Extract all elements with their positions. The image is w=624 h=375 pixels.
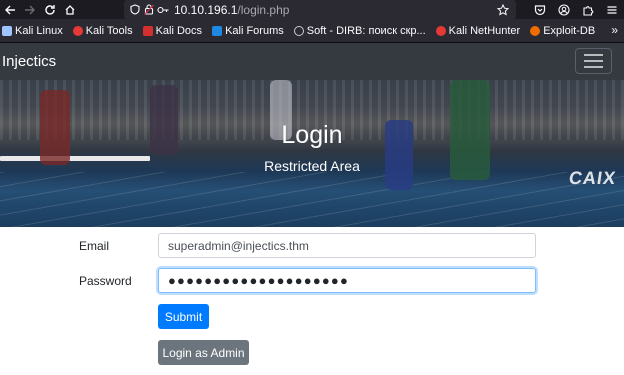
- hero-banner: CAIX Login Restricted Area: [0, 80, 624, 227]
- bookmark-kali-docs[interactable]: Kali Docs: [142, 25, 202, 37]
- password-field[interactable]: ●●●●●●●●●●●●●●●●●●●●: [158, 268, 536, 293]
- email-label: Email: [79, 239, 110, 253]
- login-as-admin-button[interactable]: Login as Admin: [158, 340, 249, 365]
- kali-docs-icon: [142, 25, 153, 36]
- site-brand[interactable]: Injectics: [2, 53, 56, 70]
- kali-tools-icon: [72, 25, 83, 36]
- page-subtitle: Restricted Area: [264, 158, 360, 174]
- bookmark-kali-linux[interactable]: Kali Linux: [2, 25, 63, 37]
- extensions-icon[interactable]: [576, 0, 600, 19]
- permissions-icon[interactable]: [156, 0, 170, 19]
- password-dots: ●●●●●●●●●●●●●●●●●●●●: [168, 273, 350, 288]
- reload-icon[interactable]: [40, 0, 60, 19]
- submit-button[interactable]: Submit: [158, 304, 209, 329]
- bookmark-kali-nethunter[interactable]: Kali NetHunter: [435, 25, 520, 37]
- browser-toolbar: 10.10.196.1/login.php: [0, 0, 624, 19]
- hamburger-line: [584, 66, 603, 68]
- navbar-toggler-button[interactable]: [575, 48, 612, 74]
- pocket-icon[interactable]: [528, 0, 552, 19]
- bookmarks-bar: Kali Linux Kali Tools Kali Docs Kali For…: [0, 19, 624, 43]
- forward-icon[interactable]: [20, 0, 40, 19]
- insecure-lock-icon[interactable]: [142, 0, 156, 19]
- chevron-more-icon[interactable]: »: [611, 23, 618, 37]
- bookmark-kali-forums[interactable]: Kali Forums: [212, 25, 284, 37]
- globe-icon: [293, 25, 304, 36]
- bookmark-dirb[interactable]: Soft - DIRB: поиск скр...: [293, 25, 426, 37]
- login-form: Email superadmin@injectics.thm Password …: [0, 227, 624, 374]
- hamburger-line: [584, 54, 603, 56]
- shield-icon[interactable]: [128, 0, 142, 19]
- page-title: Login: [281, 121, 343, 149]
- exploit-db-icon: [530, 25, 541, 36]
- bookmark-kali-tools[interactable]: Kali Tools: [72, 25, 133, 37]
- kali-dragon-icon: [2, 25, 12, 36]
- menu-icon[interactable]: [600, 0, 624, 19]
- hamburger-line: [584, 60, 603, 62]
- email-field[interactable]: superadmin@injectics.thm: [158, 233, 536, 258]
- site-navbar: Injectics: [0, 43, 624, 80]
- kali-forums-icon: [212, 25, 223, 36]
- track-lines-image: [0, 172, 624, 227]
- bookmark-star-icon[interactable]: [496, 0, 510, 19]
- url-text[interactable]: 10.10.196.1/login.php: [174, 3, 289, 17]
- home-icon[interactable]: [60, 0, 80, 19]
- url-bar[interactable]: 10.10.196.1/login.php: [124, 0, 516, 19]
- nethunter-icon: [435, 25, 446, 36]
- account-icon[interactable]: [552, 0, 576, 19]
- back-icon[interactable]: [0, 0, 20, 19]
- bookmark-exploit-db[interactable]: Exploit-DB: [530, 25, 595, 37]
- password-label: Password: [79, 274, 132, 288]
